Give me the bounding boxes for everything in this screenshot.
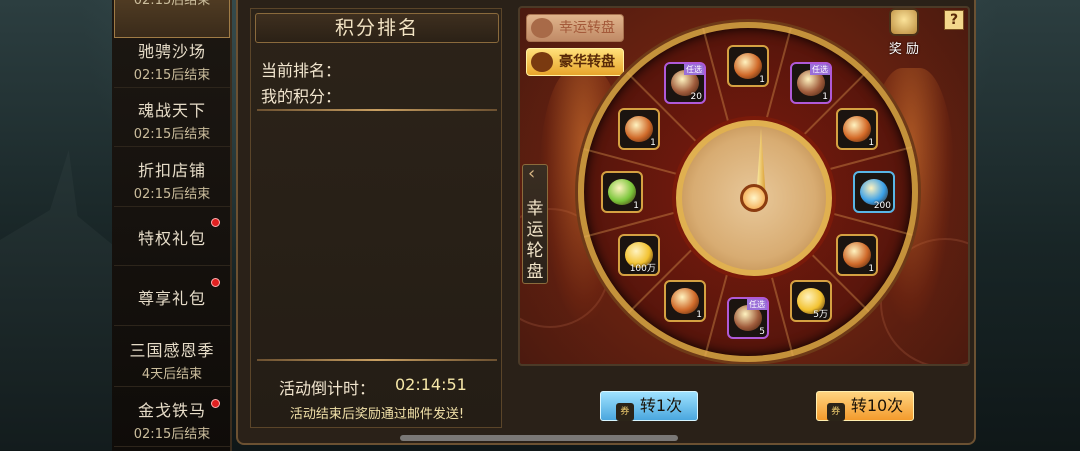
wheel-hub — [676, 120, 832, 276]
rank-panel: 积分排名 当前排名： 我的积分： 活动倒计时： 02:14:51 活动结束后奖励… — [250, 8, 502, 428]
prize-slot-orange-scroll[interactable]: 1 — [617, 108, 660, 150]
orange-coin-icon — [843, 116, 872, 142]
fan-icon — [531, 18, 553, 38]
chevron-left-icon: ‹ — [528, 163, 536, 184]
gift-box-icon — [889, 8, 919, 36]
activity-sidebar: 02:15后结束 驰骋沙场 02:15后结束 魂战天下 02:15后结束 折扣店… — [112, 0, 232, 451]
mail-notice: 活动结束后奖励通过邮件发送! — [289, 407, 465, 422]
rank-panel-title: 积分排名 — [255, 13, 499, 43]
notification-dot — [211, 218, 220, 227]
divider-top — [257, 109, 497, 111]
sidebar-item-name: 魂战天下 — [137, 101, 206, 120]
prize-slot-blue-gem[interactable]: 200 — [853, 171, 895, 213]
sidebar-item-4[interactable]: 特权礼包 — [114, 208, 230, 266]
wheel-panel: 幸运转盘 豪华转盘 奖 励 ? ‹ 幸运轮盘 任选 1 1 200 1 5万 任选 5 1 100… — [518, 6, 970, 366]
prize-count: 100万 — [629, 264, 656, 274]
sidebar-item-5[interactable]: 尊享礼包 — [114, 268, 230, 326]
tab-luxury-label: 豪华转盘 — [559, 54, 615, 70]
orange-hand-icon — [671, 288, 699, 315]
sidebar-item-name: 驰骋沙场 — [137, 42, 206, 61]
prize-slot-orange-item[interactable]: 1 — [727, 45, 769, 87]
countdown-label: 活动倒计时： — [279, 379, 376, 398]
prize-count: 1 — [759, 75, 765, 85]
prize-count: 5 — [759, 327, 765, 337]
prize-slot-gold-coin[interactable]: 5万 — [790, 280, 832, 323]
coupon-icon: 券 — [615, 403, 634, 421]
prize-count: 1 — [868, 138, 875, 148]
prize-slot-orange-scroll[interactable]: 1 — [836, 234, 879, 276]
spin-ten-label: 转10次 — [850, 396, 904, 415]
prize-count: 1 — [696, 310, 702, 321]
divider-bottom — [257, 359, 497, 361]
choice-tag: 任选 — [684, 63, 704, 75]
prize-count: 1 — [868, 264, 875, 274]
tab-lucky-wheel[interactable]: 幸运转盘 — [526, 14, 624, 42]
sidebar-item-time: 02:15后结束 — [133, 187, 211, 202]
sidebar-item-time: 02:15后结束 — [133, 0, 211, 8]
choice-tag: 任选 — [810, 63, 830, 75]
side-tab-lucky-wheel[interactable]: ‹ 幸运轮盘 — [522, 163, 548, 284]
prize-slot-chest-purple[interactable]: 任选 20 — [664, 61, 706, 104]
reward-label: 奖 励 — [888, 42, 920, 57]
countdown-value: 02:14:51 — [395, 375, 467, 394]
sidebar-item-2[interactable]: 魂战天下 02:15后结束 — [114, 89, 230, 147]
notification-dot — [211, 399, 220, 408]
tab-lucky-label: 幸运转盘 — [559, 20, 615, 36]
prize-count: 20 — [690, 91, 702, 102]
notification-dot — [211, 278, 220, 287]
prize-count: 1 — [650, 138, 656, 148]
spin-ten-button[interactable]: 券转10次 — [816, 391, 914, 421]
coupon-icon: 券 — [826, 403, 845, 421]
choice-tag: 任选 — [747, 299, 767, 310]
spin-once-button[interactable]: 券转1次 — [600, 391, 698, 421]
prize-slot-chest-purple[interactable]: 任选 5 — [727, 297, 769, 339]
prize-slot-gold-coin[interactable]: 100万 — [617, 234, 660, 276]
sidebar-item-1[interactable]: 驰骋沙场 02:15后结束 — [114, 30, 230, 88]
prize-slot-chest-purple[interactable]: 任选 1 — [790, 61, 832, 104]
hub-button[interactable] — [740, 184, 768, 212]
sidebar-item-name: 三国感恩季 — [129, 341, 215, 360]
reward-button[interactable]: 奖 励 — [884, 8, 924, 57]
green-gem-chest-icon — [608, 179, 636, 205]
sidebar-item-name: 尊享礼包 — [137, 289, 206, 308]
my-score-label: 我的积分： — [261, 87, 342, 106]
prize-count: 5万 — [813, 310, 828, 321]
sidebar-item-time: 4天后结束 — [141, 367, 203, 382]
help-button[interactable]: ? — [944, 10, 964, 30]
prize-count: 1 — [633, 201, 639, 211]
orange-scroll-icon — [843, 242, 872, 268]
orange-scroll-icon — [624, 116, 653, 142]
prize-count: 200 — [873, 201, 891, 211]
horizontal-scrollbar[interactable] — [400, 435, 678, 441]
sidebar-item-time: 02:15后结束 — [133, 68, 211, 83]
spin-once-label: 转1次 — [639, 396, 683, 415]
prize-slot-orange-coin[interactable]: 1 — [836, 108, 879, 150]
sidebar-item-7[interactable]: 金戈铁马 02:15后结束 — [114, 389, 230, 447]
prize-slot-green-gem-chest[interactable]: 1 — [601, 171, 643, 213]
sidebar-item-name: 特权礼包 — [137, 229, 206, 248]
sidebar-item-name: 折扣店铺 — [137, 161, 206, 180]
orange-item-icon — [734, 53, 762, 79]
sidebar-item-time: 02:15后结束 — [133, 127, 211, 142]
prize-wheel: 任选 1 1 200 1 5万 任选 5 1 100万 1 1 任选 20 1 — [578, 22, 918, 362]
bowl-icon — [531, 52, 553, 72]
side-tab-label: 幸运轮盘 — [526, 199, 544, 282]
prize-slot-orange-hand[interactable]: 1 — [664, 280, 706, 323]
sidebar-item-time: 02:15后结束 — [133, 427, 211, 442]
sidebar-item-3[interactable]: 折扣店铺 02:15后结束 — [114, 149, 230, 207]
current-rank-label: 当前排名： — [261, 61, 342, 80]
prize-count: 1 — [822, 91, 828, 102]
tab-luxury-wheel[interactable]: 豪华转盘 — [526, 48, 624, 76]
sidebar-item-6[interactable]: 三国感恩季 4天后结束 — [114, 329, 230, 387]
